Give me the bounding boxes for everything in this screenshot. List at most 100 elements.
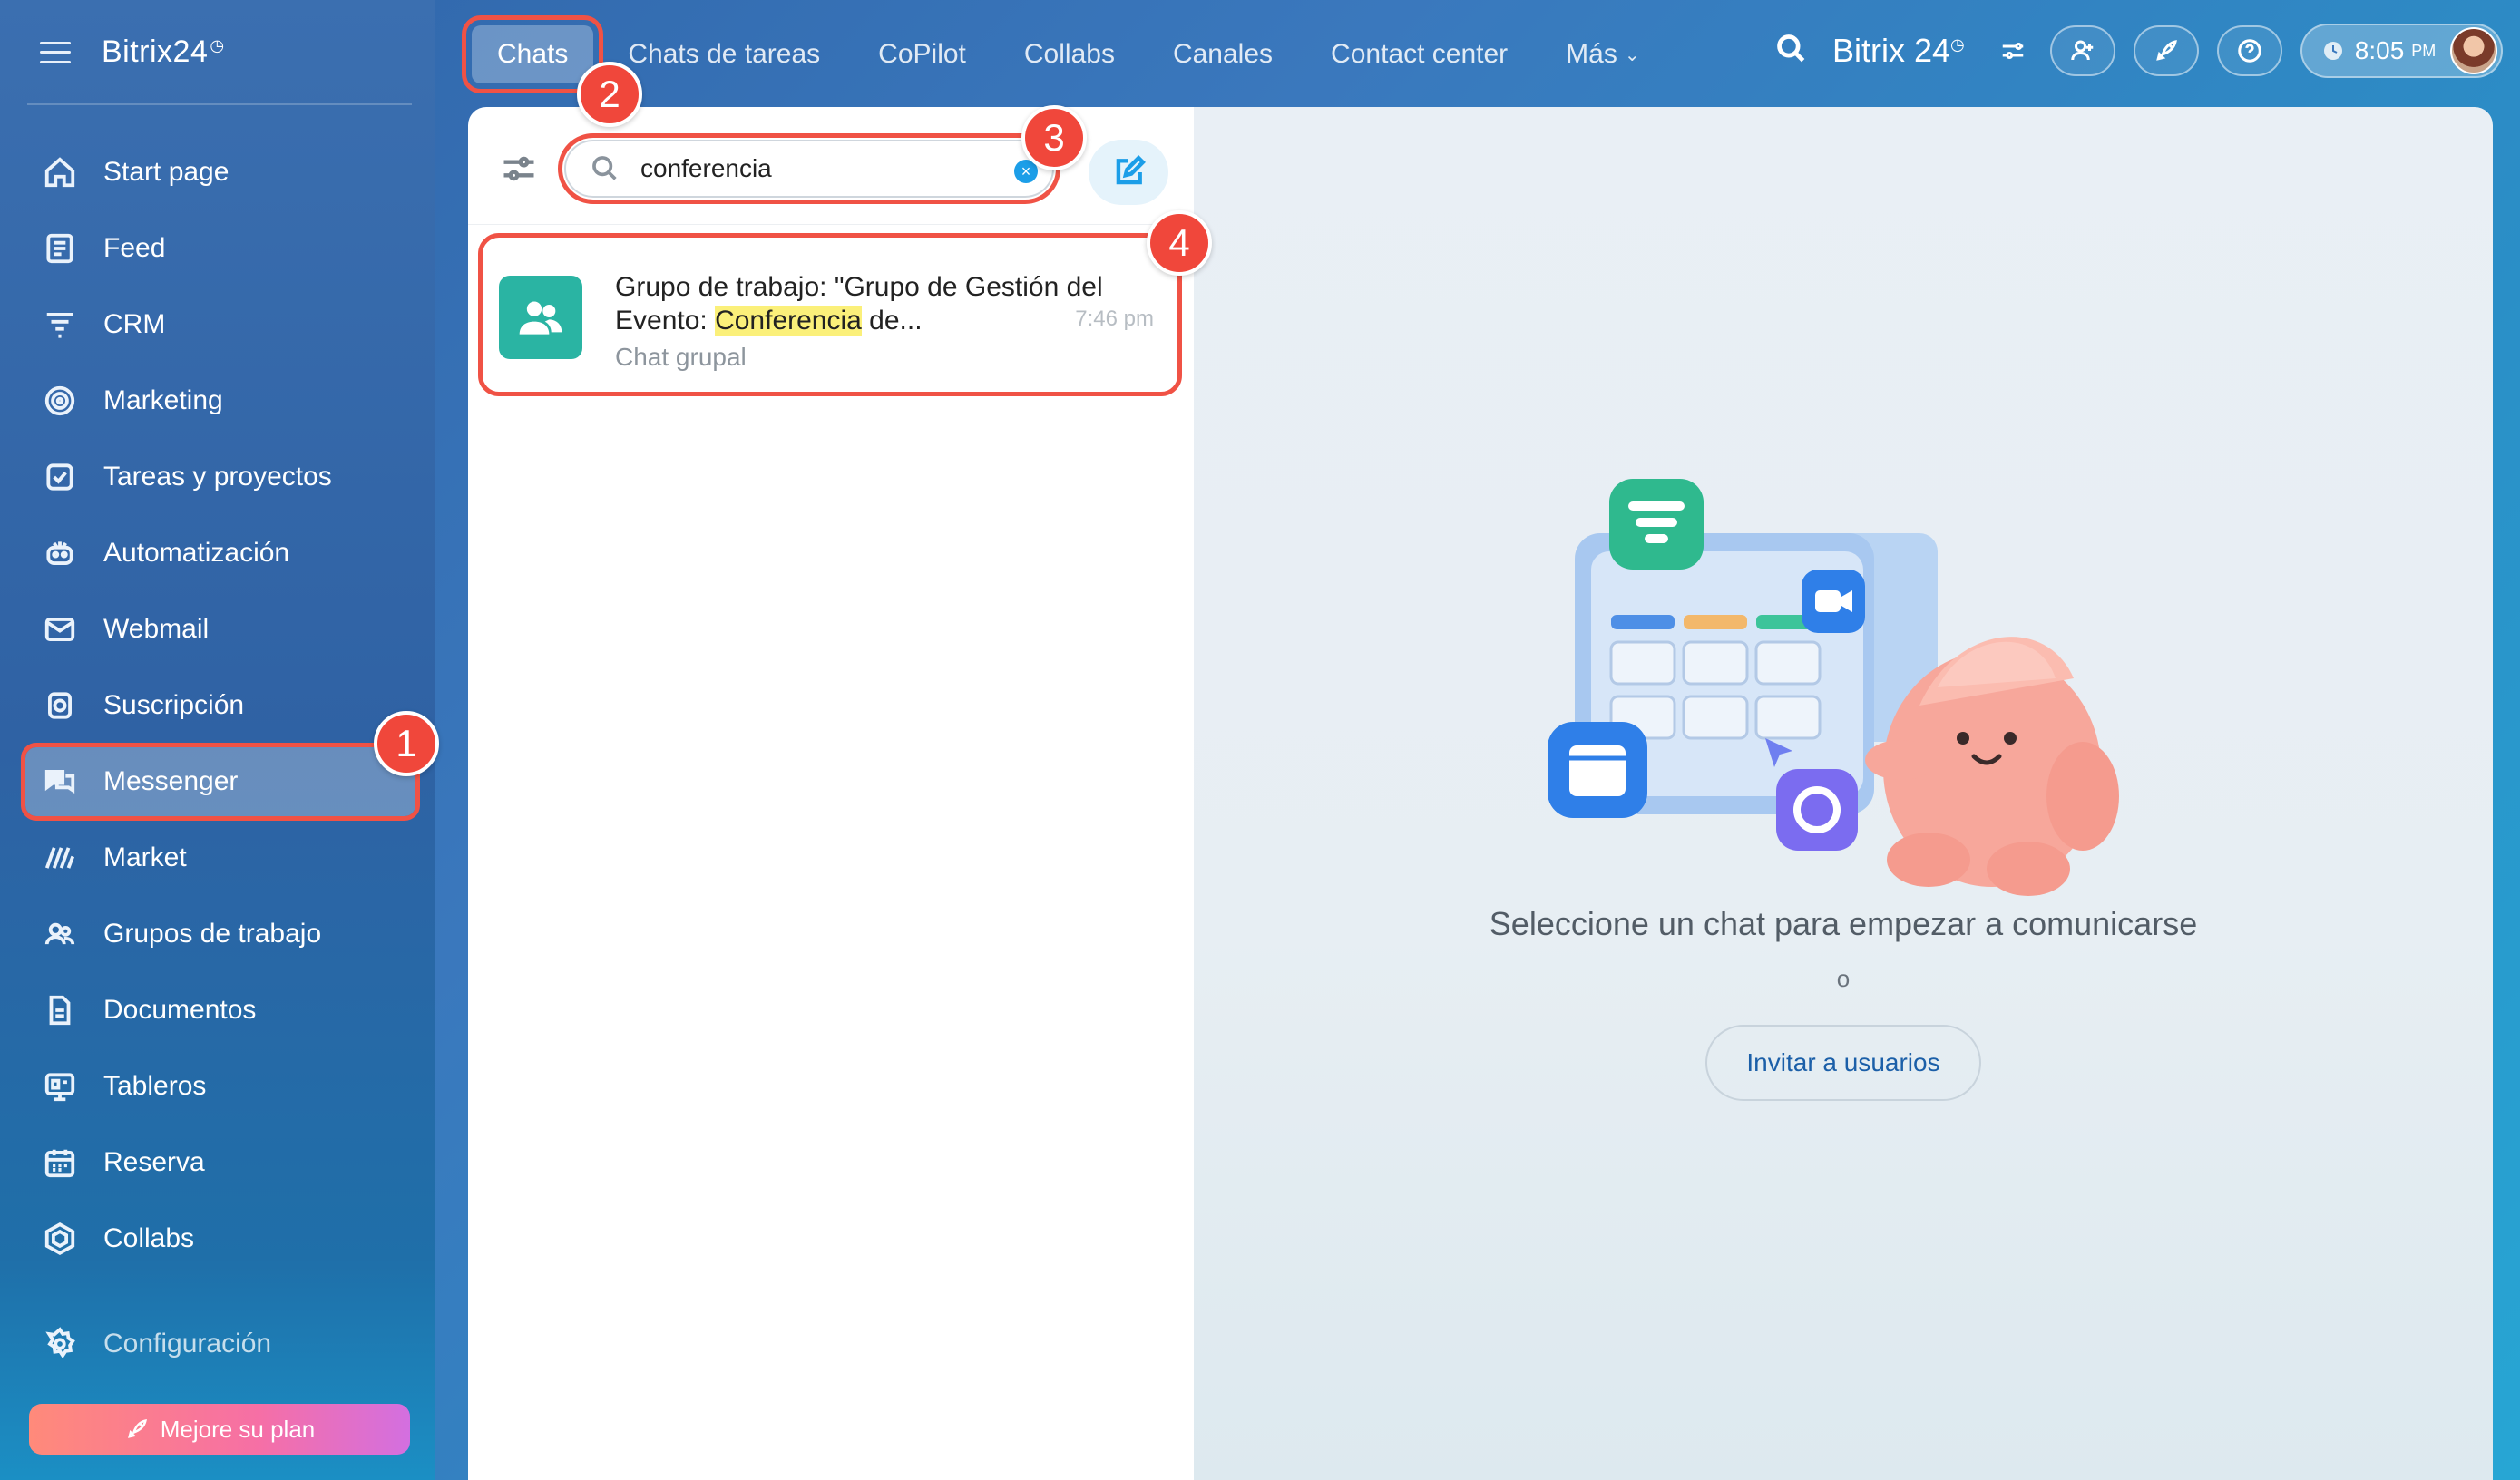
chat-result-item[interactable]: Grupo de trabajo: "Grupo de Gestión del … xyxy=(478,233,1182,396)
sidebar-item-tareas[interactable]: Tareas y proyectos xyxy=(25,443,415,511)
sliders-icon[interactable] xyxy=(1996,34,2030,68)
chat-type: Chat grupal xyxy=(615,343,747,371)
annotation-badge-4: 4 xyxy=(1147,210,1212,276)
rocket-button[interactable] xyxy=(2133,25,2199,76)
sidebar-item-grupos[interactable]: Grupos de trabajo xyxy=(25,900,415,969)
sidebar-item-crm[interactable]: CRM xyxy=(25,290,415,359)
rocket-icon xyxy=(2155,40,2177,61)
sidebar-item-label: CRM xyxy=(103,309,166,339)
group-icon xyxy=(519,301,562,335)
sidebar-header: Bitrix24 ◷ xyxy=(40,34,225,70)
search-field[interactable]: × xyxy=(558,133,1060,204)
topbar-right: Bitrix 24◷ 8:05 PM xyxy=(1774,24,2504,78)
annotation-badge-1: 1 xyxy=(374,711,439,776)
left-sidebar: Bitrix24 ◷ Start page Feed CRM Marketing … xyxy=(0,0,435,1480)
sidebar-item-automatizacion[interactable]: Automatización xyxy=(25,519,415,588)
sidebar-item-marketing[interactable]: Marketing xyxy=(25,366,415,435)
upgrade-plan-button[interactable]: Mejore su plan xyxy=(29,1404,410,1455)
sidebar-divider xyxy=(27,103,412,105)
top-bar: Chats Chats de tareas CoPilot Collabs Ca… xyxy=(435,0,2520,107)
tab-mas-label: Más xyxy=(1566,39,1617,69)
tab-canales[interactable]: Canales xyxy=(1173,25,1273,83)
sidebar-footer: Configuración xyxy=(25,1310,415,1386)
compose-icon xyxy=(1116,155,1146,185)
home-icon xyxy=(42,154,78,190)
empty-state-or: o xyxy=(1836,965,1851,992)
help-icon xyxy=(2238,39,2261,63)
sidebar-item-label: Automatización xyxy=(103,538,290,568)
sidebar-item-label: Configuración xyxy=(103,1329,272,1358)
sidebar-item-feed[interactable]: Feed xyxy=(25,214,415,283)
group-chat-avatar xyxy=(499,276,582,359)
filter-icon[interactable] xyxy=(499,149,539,189)
tab-chats[interactable]: Chats xyxy=(461,15,604,93)
clock-icon xyxy=(2323,42,2342,60)
clock-ampm: PM xyxy=(2411,41,2437,60)
chat-time: 7:46 pm xyxy=(1075,307,1154,331)
sidebar-item-suscripcion[interactable]: Suscripción xyxy=(25,671,415,740)
rocket-icon xyxy=(127,1419,147,1438)
chat-list-toolbar: × xyxy=(468,107,1194,225)
checkbox-icon xyxy=(42,459,78,495)
sidebar-item-configuracion[interactable]: Configuración xyxy=(25,1310,415,1378)
search-icon xyxy=(592,156,617,180)
sidebar-item-start-page[interactable]: Start page xyxy=(25,138,415,207)
annotation-badge-3: 3 xyxy=(1021,105,1087,170)
topbar-logo[interactable]: Bitrix 24◷ xyxy=(1832,32,1965,70)
bitrix-logo[interactable]: Bitrix24 ◷ xyxy=(102,34,225,70)
tab-copilot[interactable]: CoPilot xyxy=(878,25,966,83)
crm-funnel-icon xyxy=(42,307,78,343)
sidebar-item-label: Documentos xyxy=(103,995,257,1025)
sidebar-item-tableros[interactable]: Tableros xyxy=(25,1052,415,1121)
sidebar-item-messenger[interactable]: Messenger xyxy=(21,743,420,821)
new-chat-button[interactable] xyxy=(1089,140,1168,205)
search-icon[interactable] xyxy=(1774,32,1809,71)
sidebar-item-label: Messenger xyxy=(103,766,239,796)
upgrade-plan-label: Mejore su plan xyxy=(160,1415,316,1443)
sidebar-nav: Start page Feed CRM Marketing Tareas y p… xyxy=(21,138,420,1280)
subscription-icon xyxy=(42,687,78,724)
sidebar-item-webmail[interactable]: Webmail xyxy=(25,595,415,664)
feed-icon xyxy=(42,230,78,267)
gear-icon xyxy=(42,1326,78,1362)
sidebar-item-label: Feed xyxy=(103,233,166,263)
menu-icon[interactable] xyxy=(40,41,71,63)
sidebar-item-label: Tareas y proyectos xyxy=(103,462,332,492)
chat-bubbles-icon xyxy=(42,764,78,800)
sidebar-item-label: Market xyxy=(103,842,187,872)
avatar[interactable] xyxy=(2450,27,2498,74)
mail-icon xyxy=(42,611,78,648)
sidebar-item-label: Start page xyxy=(103,157,230,187)
document-icon xyxy=(42,992,78,1028)
add-user-icon xyxy=(2071,40,2094,61)
search-input[interactable] xyxy=(640,154,1021,183)
hexagon-icon xyxy=(42,1221,78,1257)
chat-empty-state: Seleccione un chat para empezar a comuni… xyxy=(1194,107,2493,1480)
chat-list-panel: × Grupo de trabajo: "Grupo de Gestión de… xyxy=(468,107,1194,1480)
chevron-down-icon: ⌄ xyxy=(1624,44,1640,65)
help-button[interactable] xyxy=(2216,25,2282,76)
invite-user-button[interactable] xyxy=(2049,25,2115,76)
sidebar-item-label: Reserva xyxy=(103,1147,205,1177)
sidebar-item-collabs[interactable]: Collabs xyxy=(25,1204,415,1273)
search-highlight: Conferencia xyxy=(715,306,862,336)
invite-users-button[interactable]: Invitar a usuarios xyxy=(1705,1025,1981,1101)
tab-mas[interactable]: Más ⌄ xyxy=(1566,25,1639,83)
clock-widget[interactable]: 8:05 PM xyxy=(2300,24,2504,78)
empty-state-illustration xyxy=(1548,479,2119,896)
sidebar-item-label: Tableros xyxy=(103,1071,207,1101)
sidebar-item-reserva[interactable]: Reserva xyxy=(25,1128,415,1197)
sidebar-item-market[interactable]: Market xyxy=(25,823,415,892)
robot-icon xyxy=(42,535,78,571)
tab-collabs[interactable]: Collabs xyxy=(1024,25,1115,83)
annotation-badge-2: 2 xyxy=(577,62,642,127)
market-icon xyxy=(42,840,78,876)
calendar-icon xyxy=(42,1144,78,1181)
tab-chats-de-tareas[interactable]: Chats de tareas xyxy=(628,25,820,83)
sidebar-item-label: Suscripción xyxy=(103,690,245,720)
sidebar-item-label: Webmail xyxy=(103,614,210,644)
chat-title: Grupo de trabajo: "Grupo de Gestión del … xyxy=(615,272,1103,336)
tab-contact-center[interactable]: Contact center xyxy=(1331,25,1508,83)
sidebar-item-documentos[interactable]: Documentos xyxy=(25,976,415,1045)
sidebar-item-label: Marketing xyxy=(103,385,223,415)
